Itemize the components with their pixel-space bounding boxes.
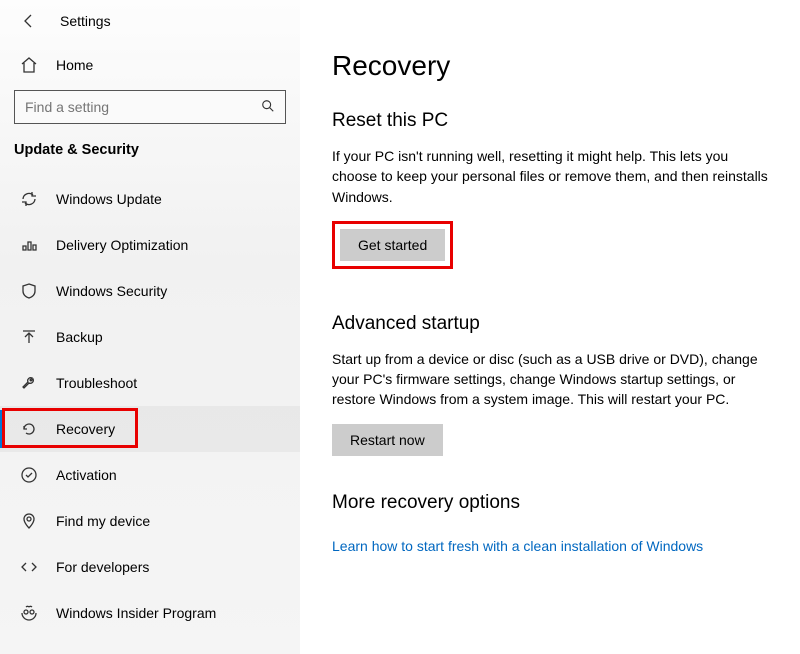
sync-icon: [20, 190, 38, 208]
shield-icon: [20, 282, 38, 300]
sidebar-item-delivery-optimization[interactable]: Delivery Optimization: [0, 222, 300, 268]
main-content: Recovery Reset this PC If your PC isn't …: [300, 0, 800, 654]
developers-icon: [20, 558, 38, 576]
sidebar: Settings Home Update & Security Windows …: [0, 0, 300, 654]
sidebar-item-windows-insider[interactable]: Windows Insider Program: [0, 590, 300, 636]
sidebar-item-label: Windows Insider Program: [56, 605, 216, 621]
more-options-title: More recovery options: [332, 492, 778, 514]
sidebar-item-label: Activation: [56, 467, 117, 483]
insider-icon: [20, 604, 38, 622]
sidebar-item-label: Troubleshoot: [56, 375, 137, 391]
fresh-start-link[interactable]: Learn how to start fresh with a clean in…: [332, 538, 703, 554]
wrench-icon: [20, 374, 38, 392]
arrow-left-icon: [21, 13, 37, 29]
sidebar-item-recovery[interactable]: Recovery: [0, 406, 300, 452]
sidebar-item-activation[interactable]: Activation: [0, 452, 300, 498]
highlight-box: Get started: [332, 221, 453, 269]
home-label: Home: [56, 57, 93, 73]
sidebar-item-label: Delivery Optimization: [56, 237, 188, 253]
back-button[interactable]: [20, 12, 38, 30]
sidebar-item-label: Windows Security: [56, 283, 167, 299]
sidebar-item-label: Recovery: [56, 421, 115, 437]
advanced-body: Start up from a device or disc (such as …: [332, 349, 772, 410]
home-icon: [20, 56, 38, 74]
app-title: Settings: [60, 13, 111, 29]
section-header: Update & Security: [0, 142, 300, 176]
reset-title: Reset this PC: [332, 110, 778, 132]
location-icon: [20, 512, 38, 530]
sidebar-item-windows-security[interactable]: Windows Security: [0, 268, 300, 314]
sidebar-item-find-my-device[interactable]: Find my device: [0, 498, 300, 544]
sidebar-item-label: For developers: [56, 559, 149, 575]
page-title: Recovery: [332, 50, 778, 82]
sidebar-item-label: Windows Update: [56, 191, 162, 207]
check-circle-icon: [20, 466, 38, 484]
sidebar-item-troubleshoot[interactable]: Troubleshoot: [0, 360, 300, 406]
sidebar-item-windows-update[interactable]: Windows Update: [0, 176, 300, 222]
sidebar-item-label: Find my device: [56, 513, 150, 529]
recovery-icon: [20, 420, 38, 438]
backup-icon: [20, 328, 38, 346]
sidebar-item-for-developers[interactable]: For developers: [0, 544, 300, 590]
search-input[interactable]: [25, 99, 238, 115]
sidebar-item-label: Backup: [56, 329, 103, 345]
reset-body: If your PC isn't running well, resetting…: [332, 146, 772, 207]
optimization-icon: [20, 236, 38, 254]
search-icon: [261, 99, 275, 116]
restart-now-button[interactable]: Restart now: [332, 424, 443, 456]
sidebar-item-home[interactable]: Home: [0, 38, 300, 88]
get-started-button[interactable]: Get started: [340, 229, 445, 261]
search-box[interactable]: [14, 90, 286, 124]
advanced-title: Advanced startup: [332, 313, 778, 335]
sidebar-item-backup[interactable]: Backup: [0, 314, 300, 360]
